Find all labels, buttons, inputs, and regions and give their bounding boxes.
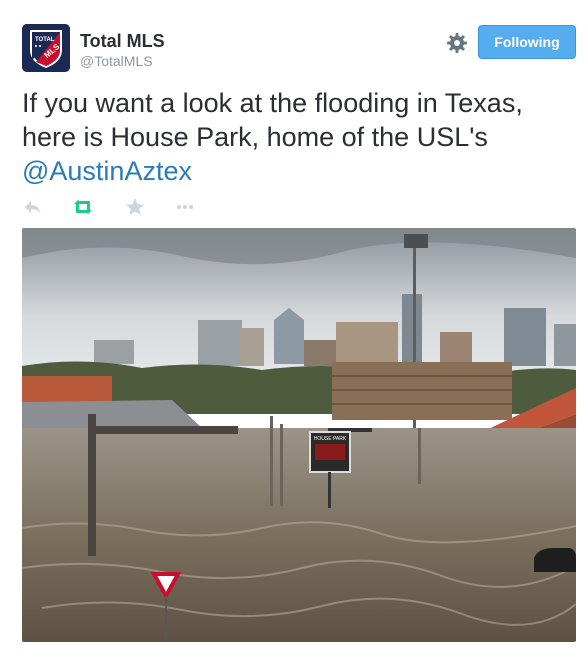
photo-illustration: HOUSE PARK: [22, 228, 576, 642]
user-names: Total MLS @TotalMLS: [80, 30, 165, 70]
favorite-icon[interactable]: [124, 196, 146, 218]
retweet-icon[interactable]: [72, 196, 94, 218]
flooded-stadium-photo[interactable]: HOUSE PARK: [22, 228, 576, 642]
tweet-header: TOTAL MLS Total MLS @TotalMLS Following: [22, 24, 578, 76]
gear-icon[interactable]: [446, 32, 468, 54]
total-mls-shield-logo-icon: TOTAL MLS: [22, 24, 70, 72]
mention-link[interactable]: @AustinAztex: [22, 156, 192, 186]
following-button[interactable]: Following: [478, 25, 576, 59]
tweet-actions: [22, 196, 322, 218]
scoreboard-label: HOUSE PARK: [314, 436, 347, 442]
tweet-text: If you want a look at the flooding in Te…: [22, 86, 578, 188]
tweet-text-body: If you want a look at the flooding in Te…: [22, 88, 523, 152]
more-icon[interactable]: [174, 196, 196, 218]
reply-icon[interactable]: [22, 196, 44, 218]
display-name[interactable]: Total MLS: [80, 30, 165, 52]
avatar[interactable]: TOTAL MLS: [22, 24, 70, 72]
screen-name[interactable]: @TotalMLS: [80, 52, 165, 70]
svg-text:TOTAL: TOTAL: [35, 37, 55, 43]
